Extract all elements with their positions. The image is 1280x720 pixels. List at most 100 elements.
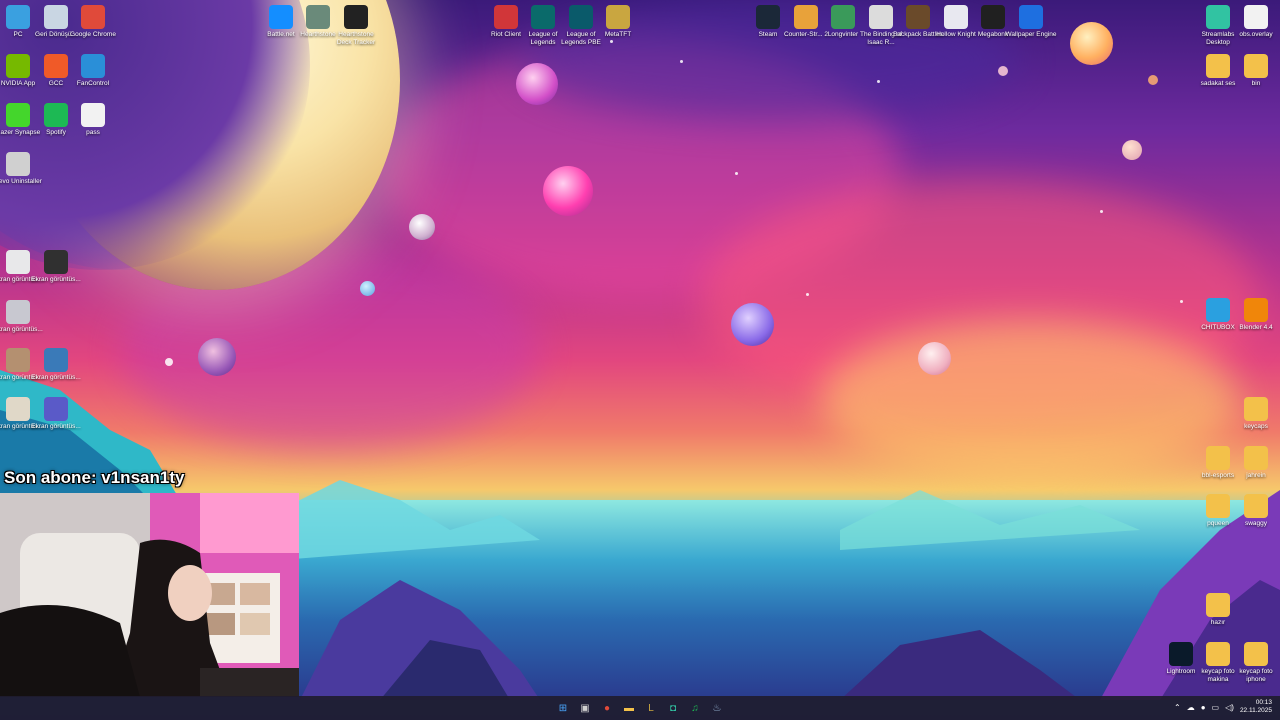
deck-tracker-icon [344,5,368,29]
metatft-icon [606,5,630,29]
steam-taskbar[interactable]: ♨ [708,699,726,717]
desktop-shortcut[interactable]: obs.overlay [1230,5,1280,39]
network-icon[interactable]: ▭ [1212,703,1220,712]
desktop-shortcut-label: Wallpaper Engine [1005,31,1057,38]
monitor-icon [6,5,30,29]
fan-icon [81,54,105,78]
folder-icon [1206,593,1230,617]
image-file-icon [6,300,30,324]
task-view-button[interactable]: ▣ [576,699,594,717]
webcam-overlay [0,493,299,697]
desktop-shortcut-label: Revo Uninstaller [0,178,42,185]
desktop-shortcut-label: keycap foto iphone [1239,668,1273,683]
desktop-shortcut[interactable]: keycap foto iphone [1230,642,1280,684]
cs2-icon [794,5,818,29]
desktop-shortcut-label: Ekran görüntüs... [31,276,81,283]
desktop-shortcut[interactable]: Hearthstone Deck Tracker [330,5,382,47]
clock-date: 22.11.2025 [1239,707,1272,714]
isaac-icon [869,5,893,29]
razer-icon [6,103,30,127]
image-file-icon [44,397,68,421]
league-pbe-icon [569,5,593,29]
hollow-knight-icon [944,5,968,29]
desktop-shortcut[interactable]: jahrein [1230,446,1280,480]
megabonk-icon [981,5,1005,29]
desktop-shortcut-label: Ekran görüntüs... [31,423,81,430]
hearthstone-icon [306,5,330,29]
desktop-shortcut[interactable]: Blender 4.4 [1230,298,1280,332]
streamlabs-icon [1206,5,1230,29]
folder-icon [1244,446,1268,470]
lightroom-icon [1169,642,1193,666]
folder-icon [1206,54,1230,78]
desktop-shortcut-label: Ekran görüntüs... [31,374,81,381]
explorer-taskbar[interactable]: ▬ [620,699,638,717]
desktop-shortcut-label: swaggy [1244,520,1268,527]
folder-icon [1244,54,1268,78]
spotify-icon [44,103,68,127]
start-button[interactable]: ⊞ [554,699,572,717]
clock[interactable]: 00:13 22.11.2025 [1240,699,1272,715]
revo-icon [6,152,30,176]
chitubox-icon [1206,298,1230,322]
desktop-shortcut[interactable]: hazır [1192,593,1244,627]
desktop-shortcut-label: pass [86,129,100,136]
mic-icon[interactable]: ● [1201,703,1206,712]
desktop-shortcut[interactable]: pass [67,103,119,137]
backpack-icon [906,5,930,29]
desktop-shortcut-label: MetaTFT [604,31,632,38]
image-file-icon [44,250,68,274]
clock-time: 00:13 [1255,699,1272,706]
folder-icon [1244,642,1268,666]
league-taskbar[interactable]: L [642,699,660,717]
folder-icon [1206,446,1230,470]
image-file-icon [6,250,30,274]
riot-icon [494,5,518,29]
file-icon [1244,5,1268,29]
chrome-taskbar[interactable]: ● [598,699,616,717]
desktop-shortcut-label: keycaps [1244,423,1268,430]
subscriber-overlay-text: Son abone: v1nsan1ty [4,468,185,487]
steam-icon [756,5,780,29]
desktop-shortcut[interactable]: Wallpaper Engine [1005,5,1057,39]
nvidia-icon [6,54,30,78]
desktop-shortcut[interactable]: Ekran görüntüs... [0,300,44,334]
folder-icon [1206,642,1230,666]
desktop-shortcut[interactable]: keycaps [1230,397,1280,431]
image-file-icon [44,348,68,372]
longvinter-icon [831,5,855,29]
desktop-shortcut-label: jahrein [1246,472,1266,479]
image-file-icon [6,348,30,372]
desktop-shortcut[interactable]: Ekran görüntüs... [30,250,82,284]
volume-icon[interactable]: ◁) [1225,703,1234,712]
battlenet-icon [269,5,293,29]
desktop-shortcut-label: bin [1251,80,1261,87]
desktop-shortcut[interactable]: MetaTFT [592,5,644,39]
league-icon [531,5,555,29]
desktop-shortcut[interactable]: swaggy [1230,494,1280,528]
desktop-shortcut[interactable]: Ekran görüntüs... [30,397,82,431]
desktop-shortcut-label: obs.overlay [1239,31,1273,38]
desktop-shortcut[interactable]: Google Chrome [67,5,119,39]
desktop-shortcut[interactable]: bin [1230,54,1280,88]
desktop-shortcut-label: Google Chrome [70,31,116,38]
desktop-shortcut[interactable]: FanControl [67,54,119,88]
desktop-shortcut[interactable]: Ekran görüntüs... [30,348,82,382]
folder-icon [1206,494,1230,518]
cloud-icon[interactable]: ☁ [1187,703,1195,712]
chrome-icon [81,5,105,29]
taskbar-apps: ⊞ ▣ ● ▬ L ◘ ♫ ♨ [554,699,726,717]
recycle-bin-icon [44,5,68,29]
chevron-up-icon[interactable]: ⌃ [1174,703,1181,712]
desktop-shortcut[interactable]: Revo Uninstaller [0,152,44,186]
image-file-icon [6,397,30,421]
spotify-taskbar[interactable]: ♫ [686,699,704,717]
streamlabs-taskbar[interactable]: ◘ [664,699,682,717]
folder-icon [1244,494,1268,518]
file-icon [81,103,105,127]
desktop-shortcut-label: Blender 4.4 [1239,324,1273,331]
gcc-icon [44,54,68,78]
desktop-shortcut-label: hazır [1210,619,1226,626]
desktop-shortcut-label: Hearthstone Deck Tracker [336,31,376,46]
taskbar: ⊞ ▣ ● ▬ L ◘ ♫ ♨ ⌃ ☁ ● ▭ ◁) 00:13 22.11.2025 [0,696,1280,720]
